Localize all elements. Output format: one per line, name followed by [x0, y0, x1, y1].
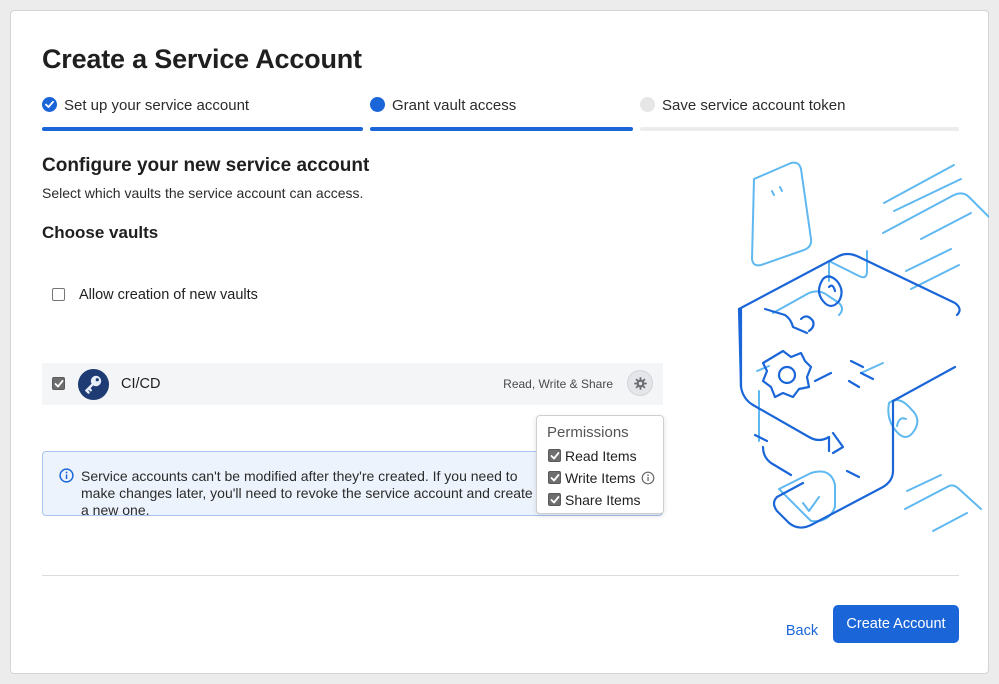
choose-vaults-title: Choose vaults — [42, 223, 159, 242]
step-setup: Set up your service account — [42, 95, 363, 135]
configure-subtitle: Select which vaults the service account … — [42, 185, 364, 201]
check-circle-icon — [42, 97, 57, 112]
step-label: Set up your service account — [64, 97, 250, 114]
permission-share-items[interactable]: Share Items — [548, 492, 663, 508]
read-items-label[interactable]: Read Items — [565, 448, 637, 464]
configure-title: Configure your new service account — [42, 155, 370, 176]
page-title: Create a Service Account — [42, 44, 362, 74]
back-button[interactable]: Back — [777, 615, 827, 647]
key-icon — [78, 369, 109, 400]
permission-read-items[interactable]: Read Items — [548, 448, 663, 464]
allow-new-vaults-row[interactable]: Allow creation of new vaults — [51, 287, 351, 307]
share-items-label[interactable]: Share Items — [565, 492, 640, 508]
step-progress-bar — [42, 127, 363, 131]
write-items-label[interactable]: Write Items — [565, 470, 636, 486]
vault-checkbox[interactable] — [52, 377, 65, 390]
info-icon — [59, 468, 74, 483]
gear-icon — [634, 377, 647, 390]
share-items-checkbox[interactable] — [548, 493, 561, 506]
vault-row: CI/CD Read, Write & Share — [42, 363, 663, 405]
info-icon[interactable] — [641, 471, 655, 485]
allow-new-vaults-label[interactable]: Allow creation of new vaults — [79, 287, 258, 303]
step-progress-bar — [640, 127, 959, 131]
step-label: Save service account token — [662, 97, 846, 114]
vault-illustration — [737, 161, 989, 532]
vault-name: CI/CD — [121, 376, 161, 392]
step-label: Grant vault access — [392, 97, 517, 114]
read-items-checkbox[interactable] — [548, 449, 561, 462]
pending-step-dot-icon — [640, 97, 655, 112]
write-items-checkbox[interactable] — [548, 471, 561, 484]
vault-settings-button[interactable] — [627, 370, 653, 396]
permissions-popover: Permissions Read Items Write Items Share… — [536, 415, 664, 514]
active-step-dot-icon — [370, 97, 385, 112]
step-save-token: Save service account token — [640, 95, 959, 135]
info-text: Service accounts can't be modified after… — [81, 468, 533, 518]
footer-divider — [42, 575, 959, 576]
step-grant-vault-access: Grant vault access — [370, 95, 633, 135]
create-service-account-card: Create a Service Account Set up your ser… — [10, 10, 989, 674]
vault-permissions-summary: Read, Write & Share — [503, 377, 613, 391]
create-account-button[interactable]: Create Account — [833, 605, 959, 643]
permissions-title: Permissions — [547, 424, 629, 441]
permission-write-items[interactable]: Write Items — [548, 470, 663, 486]
allow-new-vaults-checkbox[interactable] — [52, 288, 65, 301]
step-progress-bar — [370, 127, 633, 131]
